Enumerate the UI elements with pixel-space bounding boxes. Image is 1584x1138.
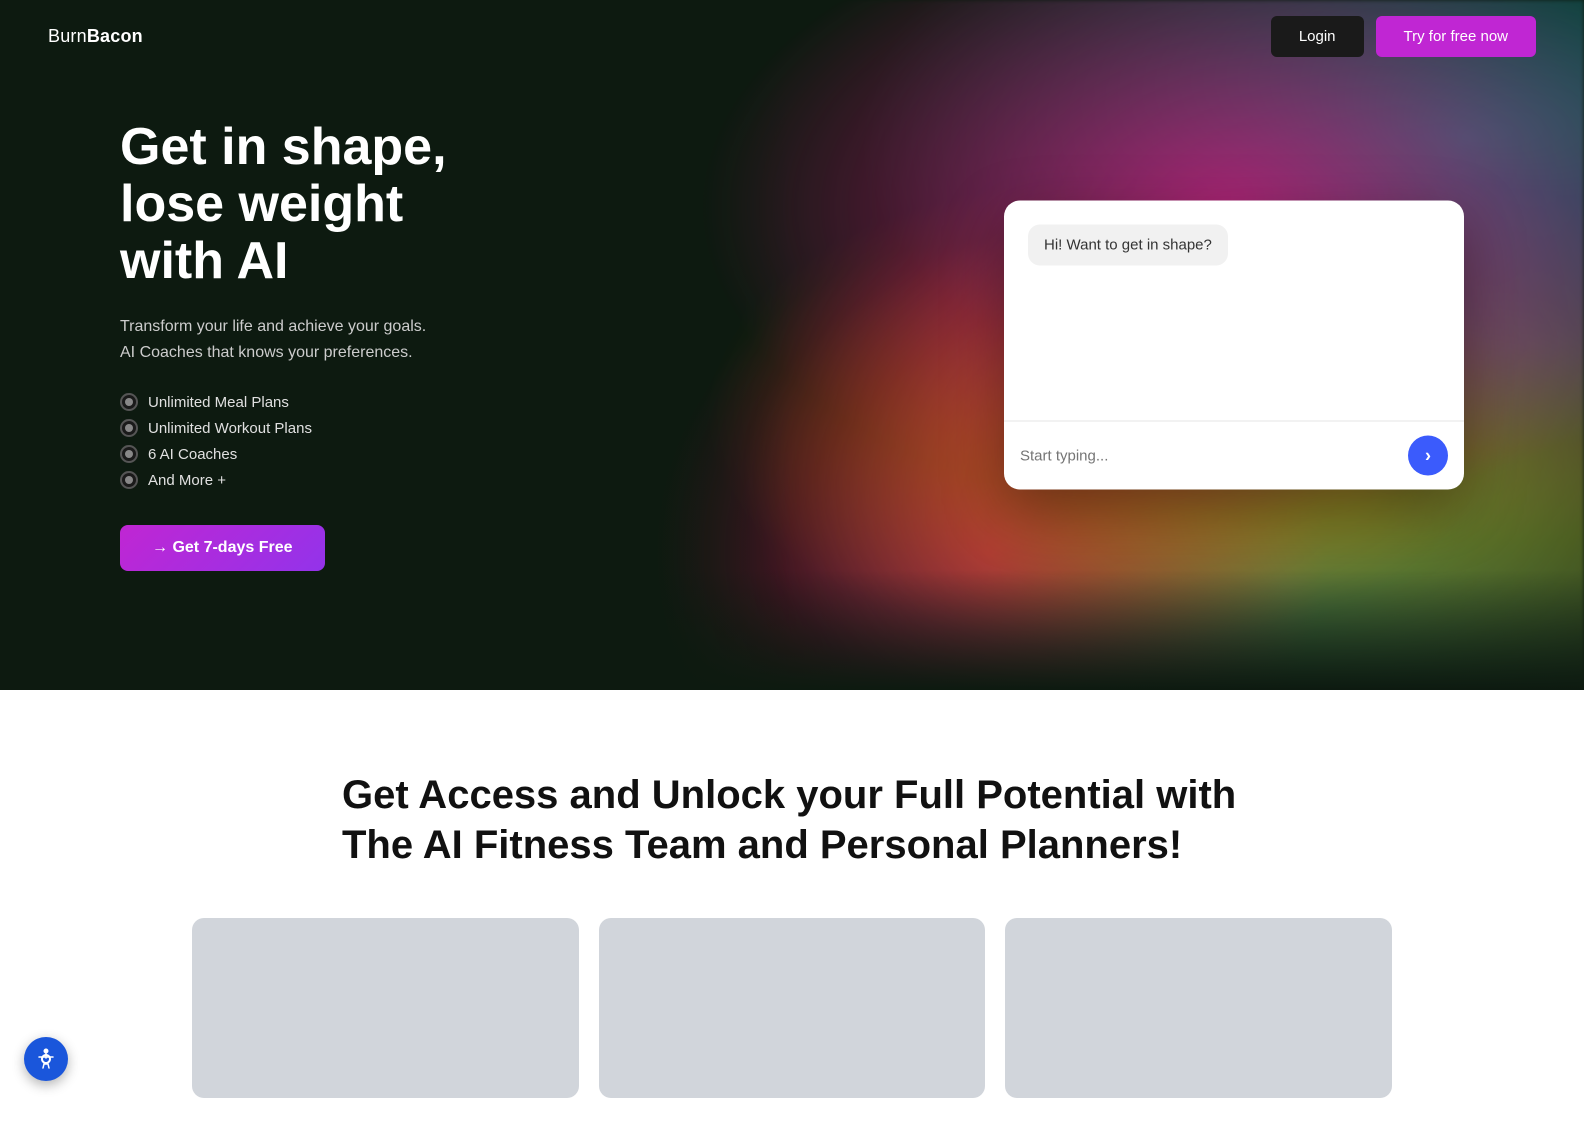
accessibility-widget[interactable] — [24, 1037, 68, 1081]
get-free-button[interactable]: → Get 7-days Free — [120, 525, 325, 571]
feature-item-4: And More + — [120, 471, 520, 489]
feature-item-2: Unlimited Workout Plans — [120, 419, 520, 437]
feature-label-3: 6 AI Coaches — [148, 446, 237, 463]
card-3 — [1005, 918, 1392, 1098]
feature-dot-1 — [120, 393, 138, 411]
feature-dot-2 — [120, 419, 138, 437]
card-1 — [192, 918, 579, 1098]
chat-widget: Hi! Want to get in shape? › — [1004, 201, 1464, 490]
logo: BurnBacon — [48, 26, 143, 47]
chat-greeting: Hi! Want to get in shape? — [1028, 225, 1228, 266]
feature-label-2: Unlimited Workout Plans — [148, 420, 312, 437]
features-section: Get Access and Unlock your Full Potentia… — [0, 690, 1584, 1138]
login-button[interactable]: Login — [1271, 16, 1364, 57]
hero-subtitle-line1: Transform your life and achieve your goa… — [120, 318, 426, 335]
chat-input[interactable] — [1020, 447, 1396, 464]
hero-features-list: Unlimited Meal Plans Unlimited Workout P… — [120, 393, 520, 489]
send-icon: › — [1425, 445, 1431, 466]
feature-item-3: 6 AI Coaches — [120, 445, 520, 463]
chat-footer: › — [1004, 421, 1464, 490]
try-free-button[interactable]: Try for free now — [1376, 16, 1536, 57]
feature-item-1: Unlimited Meal Plans — [120, 393, 520, 411]
feature-dot-4 — [120, 471, 138, 489]
section-title: Get Access and Unlock your Full Potentia… — [342, 770, 1242, 870]
logo-text-plain: Burn — [48, 26, 87, 46]
hero-subtitle: Transform your life and achieve your goa… — [120, 314, 520, 365]
card-2 — [599, 918, 986, 1098]
cards-row — [192, 918, 1392, 1098]
feature-label-1: Unlimited Meal Plans — [148, 394, 289, 411]
nav-actions: Login Try for free now — [1271, 16, 1536, 57]
hero-title: Get in shape, lose weight with AI — [120, 119, 520, 291]
chat-send-button[interactable]: › — [1408, 436, 1448, 476]
feature-dot-3 — [120, 445, 138, 463]
logo-text-bold: Bacon — [87, 26, 143, 46]
hero-subtitle-line2: AI Coaches that knows your preferences. — [120, 344, 413, 361]
accessibility-icon — [34, 1047, 58, 1071]
chat-body: Hi! Want to get in shape? — [1004, 201, 1464, 421]
navbar: BurnBacon Login Try for free now — [0, 0, 1584, 73]
feature-label-4: And More + — [148, 472, 226, 489]
hero-bottom-fade — [0, 570, 1584, 690]
hero-section: Get in shape, lose weight with AI Transf… — [0, 0, 1584, 690]
hero-content: Get in shape, lose weight with AI Transf… — [0, 119, 520, 572]
